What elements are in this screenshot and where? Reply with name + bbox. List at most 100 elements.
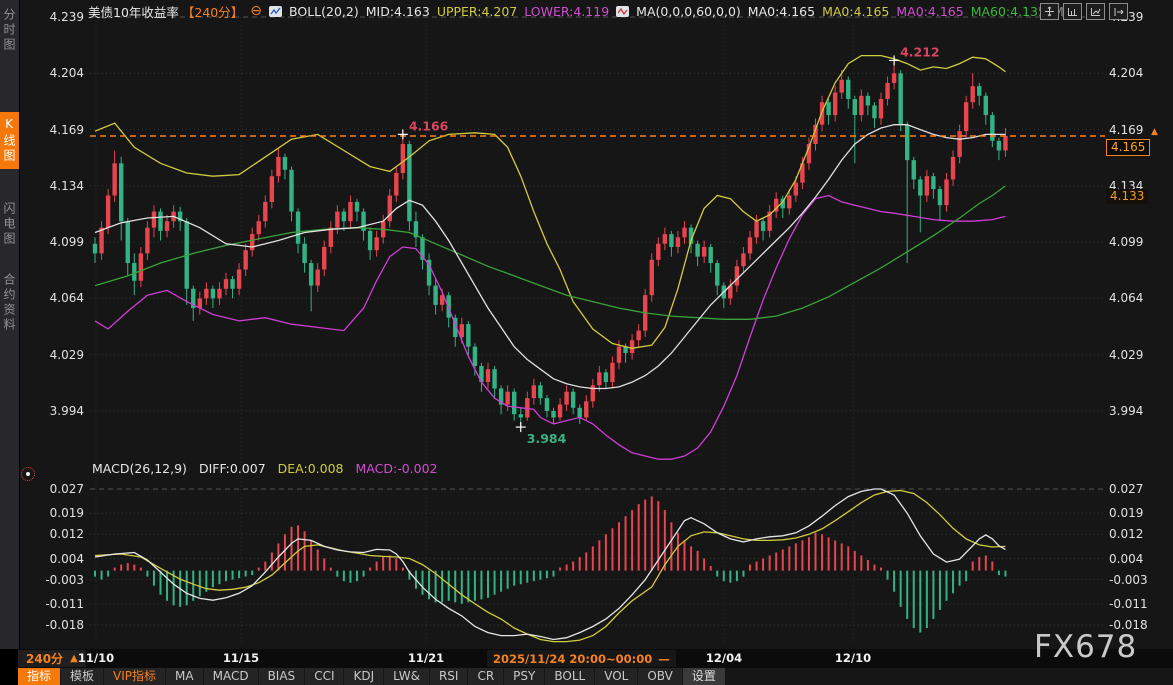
macd-dea-value: DEA:0.008 [278,461,344,476]
instrument-title: 美债10年收益率 [88,2,179,21]
ma0-value-2: MA0:4.165 [822,4,889,19]
move-icon[interactable] [1040,3,1059,20]
vertical-gridlines [96,17,853,645]
price-axis-label: 4.099 [38,235,84,249]
bottom-left-mask [0,649,18,685]
price-markers: 4.166 4.212 3.984 [398,44,940,446]
secondary-price-tag: 4.133 [1106,189,1148,204]
ma0-value-1: MA0:4.165 [748,4,815,19]
macd-settings-icon[interactable] [21,467,35,481]
macd-axis-label: -0.011 [38,597,84,611]
macd-axis-label: 0.019 [1109,506,1155,520]
period-label[interactable]: 【240分】 [182,2,243,21]
price-axis-label: 4.204 [38,66,84,80]
toolbar-button-MA[interactable]: MA [166,668,203,685]
period-up-arrow-icon: ▲ [70,653,78,664]
price-axis-label: 4.204 [1109,66,1155,80]
toolbar-button-BIAS[interactable]: BIAS [259,668,305,685]
selected-bar-time: 2025/11/24 20:00~00:00 — [487,650,676,667]
toolbar-button-MACD[interactable]: MACD [204,668,258,685]
macd-axis-label: 0.027 [38,482,84,496]
chart-canvas[interactable]: 4.166 4.212 3.984 [0,0,1173,685]
x-tick-11/10: 11/10 [78,651,114,665]
toolbar-button-PSY[interactable]: PSY [504,668,544,685]
macd-axis-label: -0.003 [38,573,84,587]
price-axis-label: 4.099 [1109,235,1155,249]
toolbar-button-设置[interactable]: 设置 [683,668,725,685]
toolbar-button-CCI[interactable]: CCI [305,668,343,685]
toolbar-button-指标[interactable]: 指标 [18,668,60,685]
x-tick-12/10: 12/10 [835,651,871,665]
toolbar-button-VIP指标[interactable]: VIP指标 [104,668,165,685]
macd-axis-label: 0.004 [38,552,84,566]
export-panel-icon[interactable] [1109,3,1128,20]
toolbar-button-模板[interactable]: 模板 [61,668,103,685]
sidebar: 分时图 K线图闪电图合约资料 [0,0,20,649]
macd-header: MACD(26,12,9) DIFF:0.007 DEA:0.008 MACD:… [92,461,438,476]
price-axis-label: 4.029 [1109,348,1155,362]
price-axis-label: 3.994 [38,404,84,418]
boll-lower-value: LOWER:4.119 [524,4,609,19]
overlay-lines [95,56,1005,460]
svg-text:3.984: 3.984 [527,431,567,446]
macd-axis-label: 0.004 [1109,552,1155,566]
toolbar-button-LW&[interactable]: LW& [384,668,429,685]
svg-text:4.212: 4.212 [900,44,940,59]
ma-label: MA(0,0,0,60,0,0) [636,4,741,19]
macd-axis-label: 0.027 [1109,482,1155,496]
price-axis-label: 4.169 [38,123,84,137]
toolbar-button-OBV[interactable]: OBV [638,668,682,685]
price-axis-label: 4.169 [1109,123,1155,137]
price-axis-label: 4.029 [38,348,84,362]
indicator-toolbar: 指标模板VIP指标MAMACDBIASCCIKDJLW&RSICRPSYBOLL… [18,668,726,685]
macd-axis-label: -0.018 [38,618,84,632]
ma60-line [95,186,1005,319]
period-selector-label: 240分 [26,650,63,667]
zoom-out-icon[interactable]: ⊖ [250,4,262,18]
line-chart-panel-icon[interactable] [1086,3,1105,20]
boll-mid-value: MID:4.163 [366,4,430,19]
price-axis-label: 4.064 [38,291,84,305]
window-toolbar-icons [1040,3,1128,20]
current-price-tag: 4.165 [1106,139,1150,156]
macd-axis-label: 0.012 [38,527,84,541]
boll-mid-line [95,125,1005,389]
price-axis-label: 3.994 [1109,404,1155,418]
macd-axis-label: -0.003 [1109,573,1155,587]
price-up-arrow-icon: ▲ [1151,127,1158,137]
x-axis-strip: 240分 ▲ 11/10 11/15 11/21 12/04 12/10 2025/11… [0,649,1173,668]
ma0-value-3: MA0:4.165 [896,4,963,19]
price-axis-label: 4.239 [38,10,84,24]
ma-indicator-icon [616,6,629,17]
x-tick-11/15: 11/15 [223,651,259,665]
boll-label: BOLL(20,2) [289,4,359,19]
selected-bar-time-label: 2025/11/24 20:00~00:00 [493,652,652,666]
toolbar-button-BOLL[interactable]: BOLL [545,668,594,685]
toolbar-button-VOL[interactable]: VOL [595,668,637,685]
sidebar-tab-0[interactable]: 分时图 [0,3,19,58]
toolbar-button-CR[interactable]: CR [468,668,503,685]
trading-app-window: 4.166 4.212 3.984 分时图 K线图闪电图合约资料 美债10年收益率 【… [0,0,1173,685]
watermark: FX678 [1034,629,1137,665]
x-tick-11/21: 11/21 [408,651,444,665]
macd-macd-value: MACD:-0.002 [356,461,438,476]
sidebar-tab-1[interactable]: K线图 [0,112,19,169]
toolbar-button-KDJ[interactable]: KDJ [344,668,383,685]
toolbar-button-RSI[interactable]: RSI [430,668,468,685]
macd-label: MACD(26,12,9) [92,461,187,476]
ma60-value: MA60:4.135 [971,4,1046,19]
boll-upper-value: UPPER:4.207 [437,4,517,19]
boll-indicator-icon [269,6,282,17]
macd-axis-label: -0.011 [1109,597,1155,611]
svg-text:4.166: 4.166 [409,118,449,133]
bar-chart-panel-icon[interactable] [1063,3,1082,20]
period-selector[interactable]: 240分 ▲ [18,650,86,667]
x-tick-12/04: 12/04 [706,651,742,665]
selected-bar-dash: — [658,652,670,666]
price-axis-label: 4.064 [1109,291,1155,305]
macd-axis-label: 0.019 [38,506,84,520]
price-axis-label: 4.134 [38,179,84,193]
sidebar-tab-3[interactable]: 合约资料 [0,268,19,338]
boll-lower-line [95,196,1005,460]
sidebar-tab-2[interactable]: 闪电图 [0,197,19,252]
